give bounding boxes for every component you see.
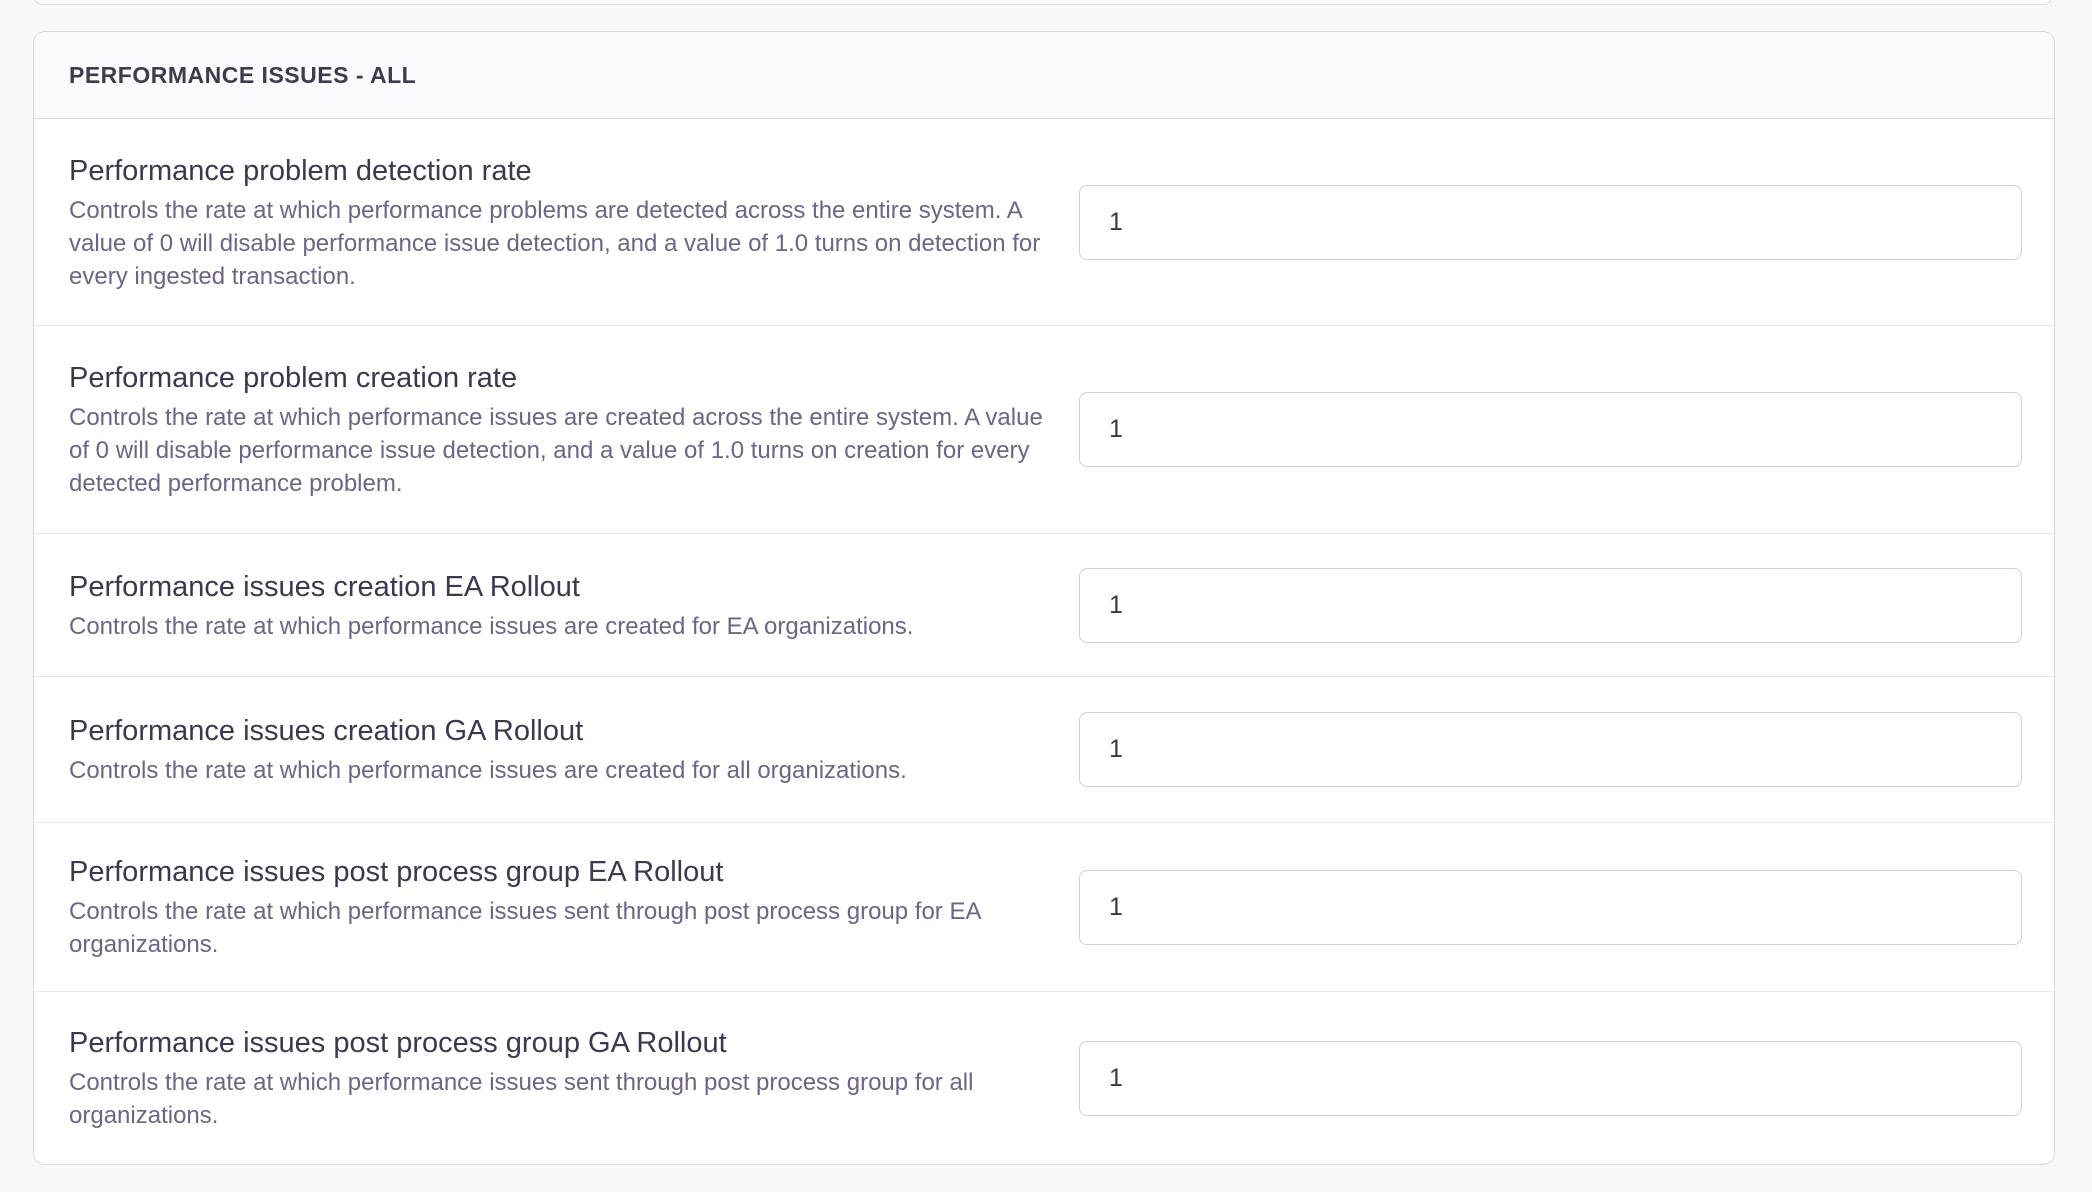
performance-problem-detection-rate-input[interactable] <box>1079 185 2022 260</box>
field-description: Controls the rate at which performance i… <box>69 610 1054 643</box>
previous-panel-bottom-edge <box>33 0 2053 5</box>
field-row-performance-issues-post-process-group-ea-rollout: Performance issues post process group EA… <box>34 823 2054 992</box>
field-label: Performance issues creation GA Rollout <box>69 712 1079 750</box>
panel-header: PERFORMANCE ISSUES - ALL <box>34 32 2054 119</box>
field-label: Performance issues post process group GA… <box>69 1024 1079 1062</box>
field-label: Performance issues post process group EA… <box>69 853 1079 891</box>
performance-problem-creation-rate-input[interactable] <box>1079 392 2022 467</box>
field-text-block: Performance issues post process group EA… <box>69 853 1079 961</box>
field-row-performance-issues-creation-ea-rollout: Performance issues creation EA Rollout C… <box>34 534 2054 677</box>
performance-issues-creation-ga-rollout-input[interactable] <box>1079 712 2022 787</box>
field-row-performance-problem-detection-rate: Performance problem detection rate Contr… <box>34 119 2054 326</box>
field-row-performance-issues-creation-ga-rollout: Performance issues creation GA Rollout C… <box>34 677 2054 823</box>
field-text-block: Performance issues creation EA Rollout C… <box>69 568 1079 643</box>
panel-title: PERFORMANCE ISSUES - ALL <box>69 62 416 89</box>
field-row-performance-problem-creation-rate: Performance problem creation rate Contro… <box>34 326 2054 534</box>
performance-issues-panel: PERFORMANCE ISSUES - ALL Performance pro… <box>33 31 2055 1165</box>
performance-issues-creation-ea-rollout-input[interactable] <box>1079 568 2022 643</box>
field-text-block: Performance issues creation GA Rollout C… <box>69 712 1079 787</box>
field-description: Controls the rate at which performance i… <box>69 1066 1054 1132</box>
field-label: Performance problem creation rate <box>69 359 1079 397</box>
performance-issues-post-process-group-ga-rollout-input[interactable] <box>1079 1041 2022 1116</box>
field-description: Controls the rate at which performance i… <box>69 895 1054 961</box>
field-text-block: Performance problem detection rate Contr… <box>69 152 1079 293</box>
field-label: Performance issues creation EA Rollout <box>69 568 1079 606</box>
field-text-block: Performance issues post process group GA… <box>69 1024 1079 1132</box>
performance-issues-post-process-group-ea-rollout-input[interactable] <box>1079 870 2022 945</box>
field-text-block: Performance problem creation rate Contro… <box>69 359 1079 500</box>
field-description: Controls the rate at which performance i… <box>69 401 1054 500</box>
field-description: Controls the rate at which performance i… <box>69 754 1054 787</box>
field-label: Performance problem detection rate <box>69 152 1079 190</box>
field-row-performance-issues-post-process-group-ga-rollout: Performance issues post process group GA… <box>34 992 2054 1164</box>
field-description: Controls the rate at which performance p… <box>69 194 1054 293</box>
